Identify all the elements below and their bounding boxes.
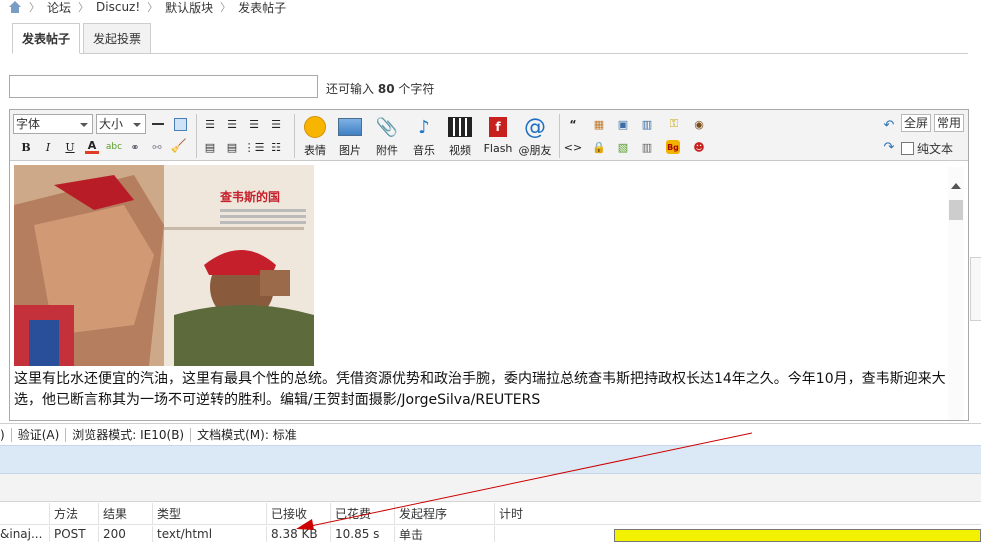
annotation-arrow [296, 432, 753, 530]
tab-new-post[interactable]: 发表帖子 [12, 23, 81, 54]
